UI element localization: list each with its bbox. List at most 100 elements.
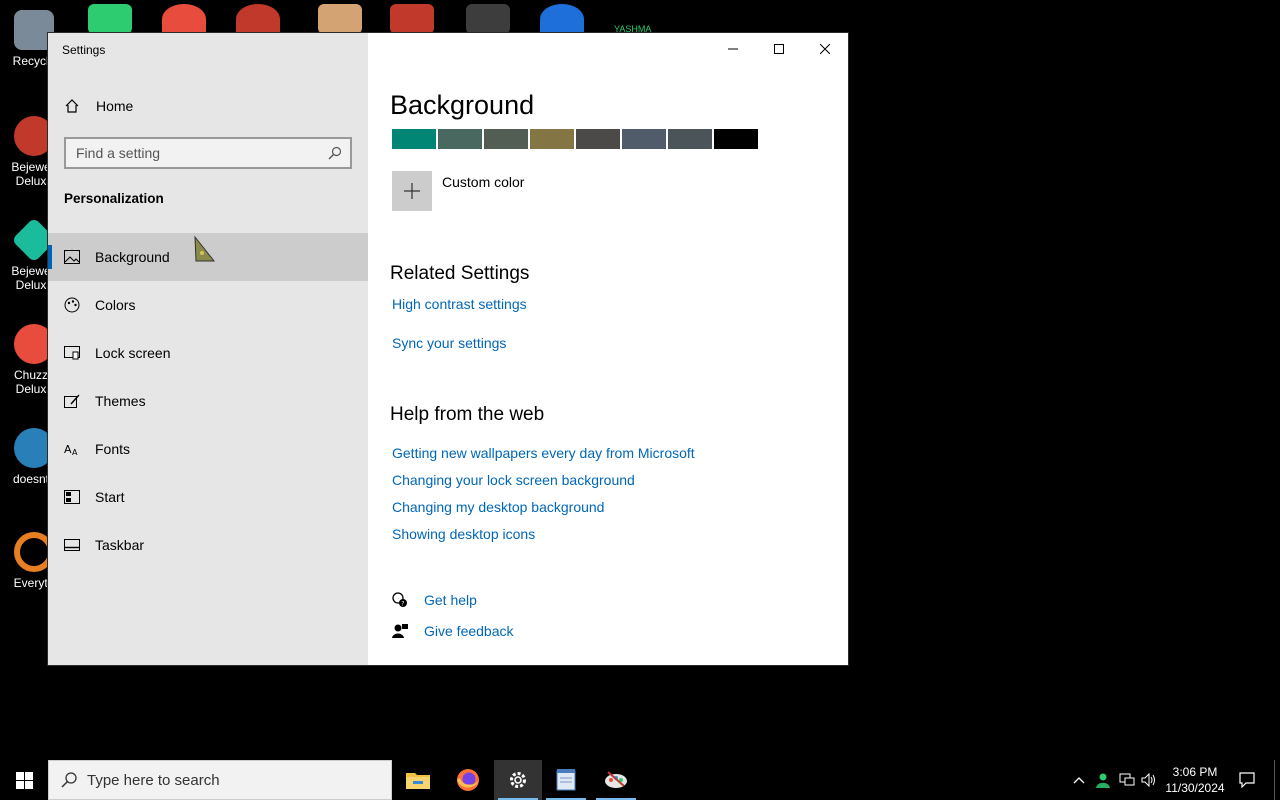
search-icon: [61, 772, 77, 788]
tray-network[interactable]: [1118, 760, 1136, 800]
svg-text:A: A: [72, 448, 78, 456]
taskbar-paint[interactable]: [592, 760, 640, 800]
sidebar-item-label: Themes: [95, 393, 146, 409]
settings-icon: [510, 772, 526, 788]
fonts-icon: AA: [64, 441, 80, 457]
taskbar-search-placeholder: Type here to search: [87, 771, 220, 789]
notepad-icon: [556, 769, 576, 791]
archive-icon[interactable]: [318, 4, 362, 34]
taskbar-settings[interactable]: [494, 760, 542, 800]
taskbar-notepad[interactable]: [542, 760, 590, 800]
tray-volume[interactable]: [1140, 760, 1158, 800]
contacts-icon[interactable]: [88, 4, 132, 34]
lock-screen-icon: [64, 345, 80, 361]
sidebar-item-start[interactable]: Start: [48, 473, 368, 521]
sidebar-item-label: Start: [95, 489, 125, 505]
game-icon[interactable]: [466, 4, 510, 34]
sidebar-item-lock-screen[interactable]: Lock screen: [48, 329, 368, 377]
close-button[interactable]: [802, 33, 848, 65]
get-help-icon: ?: [392, 592, 407, 608]
flash-icon[interactable]: [390, 4, 434, 34]
help-link-lock-screen[interactable]: Changing your lock screen background: [392, 472, 635, 488]
maximize-icon: [774, 44, 784, 54]
feedback-icon: [392, 624, 408, 638]
home-link[interactable]: Home: [64, 95, 133, 117]
action-center-button[interactable]: [1236, 760, 1258, 800]
sidebar-item-label: Colors: [95, 297, 136, 313]
taskbar: Type here to search 3:06 PM 11/30/2024: [0, 760, 1280, 800]
start-icon: [64, 489, 80, 505]
speaker-icon: [1141, 773, 1155, 787]
settings-window: Settings Home Personalization Background…: [48, 33, 848, 665]
get-help-label: Get help: [424, 592, 477, 608]
help-link-wallpapers[interactable]: Getting new wallpapers every day from Mi…: [392, 445, 695, 461]
search-input[interactable]: [76, 145, 328, 161]
custom-color-button[interactable]: Custom color: [392, 171, 524, 211]
sidebar-item-themes[interactable]: Themes: [48, 377, 368, 425]
sidebar-item-colors[interactable]: Colors: [48, 281, 368, 329]
custom-color-label: Custom color: [442, 174, 525, 190]
image-icon: [64, 249, 80, 265]
plus-icon: [392, 171, 432, 211]
taskbar-search[interactable]: Type here to search: [48, 760, 392, 800]
svg-text:A: A: [64, 443, 72, 456]
notification-icon: [1239, 772, 1255, 788]
color-swatch[interactable]: [714, 129, 758, 149]
chrome-icon[interactable]: [162, 4, 206, 34]
help-heading: Help from the web: [390, 404, 545, 425]
close-icon: [820, 44, 830, 54]
minimize-button[interactable]: [710, 33, 756, 65]
network-icon: [1119, 773, 1135, 786]
svg-text:?: ?: [401, 601, 404, 608]
color-swatches: [392, 129, 760, 149]
minimize-icon: [728, 48, 738, 50]
app-icon[interactable]: [236, 4, 280, 34]
color-swatch[interactable]: [622, 129, 666, 149]
home-icon: [65, 99, 79, 113]
palette-icon: [64, 297, 80, 313]
color-swatch[interactable]: [392, 129, 436, 149]
clock-time: 3:06 PM: [1172, 765, 1218, 779]
sidebar-item-label: Lock screen: [95, 345, 171, 361]
get-help-link[interactable]: ? Get help: [392, 592, 477, 608]
windows-logo-icon: [15, 771, 33, 789]
clock[interactable]: 3:06 PM 11/30/2024: [1160, 764, 1230, 796]
content-pane: Background Custom color Related Settings…: [368, 33, 848, 665]
taskbar-firefox[interactable]: [444, 760, 492, 800]
maximize-button[interactable]: [756, 33, 802, 65]
taskbar-file-explorer[interactable]: [394, 760, 442, 800]
color-swatch[interactable]: [484, 129, 528, 149]
high-contrast-link[interactable]: High contrast settings: [392, 296, 527, 312]
thunderbird-icon[interactable]: [540, 4, 584, 34]
start-button[interactable]: [0, 760, 48, 800]
sidebar-nav: Background Colors Lock screen Themes AA …: [48, 233, 368, 569]
sidebar-item-taskbar[interactable]: Taskbar: [48, 521, 368, 569]
page-title: Background: [390, 90, 535, 120]
color-swatch[interactable]: [668, 129, 712, 149]
tray-user-app[interactable]: [1094, 760, 1112, 800]
wizard-hat-cursor-icon: [194, 235, 216, 262]
sync-settings-link[interactable]: Sync your settings: [392, 335, 506, 351]
color-swatch[interactable]: [576, 129, 620, 149]
section-title: Personalization: [64, 191, 164, 206]
help-link-desktop-icons[interactable]: Showing desktop icons: [392, 526, 535, 542]
firefox-icon: [457, 769, 479, 791]
chevron-up-icon: [1073, 777, 1085, 784]
file-explorer-icon: [406, 773, 430, 789]
color-swatch[interactable]: [438, 129, 482, 149]
find-setting-search[interactable]: [64, 137, 352, 169]
related-settings-heading: Related Settings: [390, 263, 530, 284]
help-link-desktop-background[interactable]: Changing my desktop background: [392, 499, 604, 515]
sidebar: Settings Home Personalization Background…: [48, 33, 368, 665]
window-title: Settings: [62, 43, 106, 57]
show-hidden-icons-button[interactable]: [1070, 760, 1088, 800]
give-feedback-link[interactable]: Give feedback: [392, 623, 514, 639]
show-desktop-button[interactable]: [1274, 760, 1280, 800]
taskbar-icon: [64, 537, 80, 553]
sidebar-item-fonts[interactable]: AA Fonts: [48, 425, 368, 473]
color-swatch[interactable]: [530, 129, 574, 149]
sidebar-item-label: Taskbar: [95, 537, 145, 553]
themes-icon: [64, 393, 80, 409]
search-icon[interactable]: [328, 146, 342, 160]
paint-icon: [605, 771, 627, 788]
